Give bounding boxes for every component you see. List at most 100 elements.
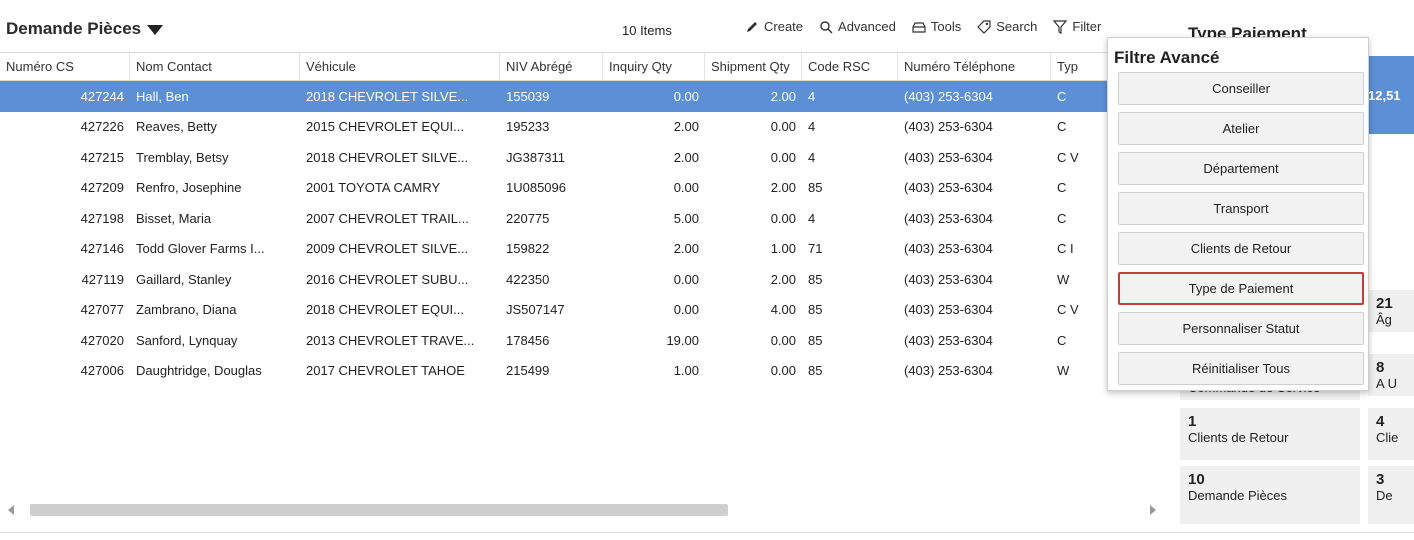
rsc-code-cell: 85 (808, 332, 823, 348)
table-row[interactable]: 427226 Reaves, Betty 2015 CHEVROLET EQUI..… (0, 112, 1170, 143)
column-header-cs[interactable]: Numéro CS (0, 53, 130, 80)
niv-cell: JS507147 (506, 302, 565, 318)
filter-department-button[interactable]: Département (1118, 152, 1364, 185)
advanced-filter-popover: Filtre Avancé Conseiller Atelier Départe… (1107, 37, 1369, 391)
filter-advisor-button[interactable]: Conseiller (1118, 72, 1364, 105)
niv-cell: 155039 (506, 88, 550, 104)
filter-custom-status-button[interactable]: Personnaliser Statut (1118, 312, 1364, 345)
grid-body: 427244 Hall, Ben 2018 CHEVROLET SILVE... 15… (0, 81, 1170, 386)
column-header-niv[interactable]: NIV Abrégé (500, 53, 603, 80)
tile-parts-request[interactable]: 10 Demande Pièces (1180, 466, 1360, 524)
table-row[interactable]: 427198 Bisset, Maria 2007 CHEVROLET TRAIL.… (0, 203, 1170, 234)
horizontal-scrollbar[interactable] (0, 503, 1170, 521)
column-header-rsc[interactable]: Code RSC (802, 53, 898, 80)
column-header-shipment[interactable]: Shipment Qty (705, 53, 802, 80)
filter-reset-all-button[interactable]: Réinitialiser Tous (1118, 352, 1364, 385)
table-row[interactable]: 427020 Sanford, Lynquay 2013 CHEVROLET TRA… (0, 325, 1170, 356)
contact-cell: Bisset, Maria (136, 210, 212, 226)
grid-header: Numéro CS Nom Contact Véhicule NIV Abrég… (0, 53, 1170, 81)
phone-cell: (403) 253-6304 (904, 332, 993, 348)
inquiry-qty-cell: 0.00 (673, 180, 699, 196)
tile-customers[interactable]: 4 Clie (1368, 408, 1414, 460)
header: Demande Pièces 10 Items Create Advanced … (0, 0, 1180, 44)
pencil-icon (747, 21, 757, 32)
tag-icon (977, 19, 991, 34)
table-row[interactable]: 427215 Tremblay, Betsy 2018 CHEVROLET SILV… (0, 142, 1170, 173)
cs-cell: 427119 (81, 271, 124, 287)
table-row[interactable]: 427006 Daughtridge, Douglas 2017 CHEVROLET… (0, 356, 1170, 387)
shipment-qty-cell: 2.00 (770, 88, 796, 104)
vehicle-cell: 2017 CHEVROLET TAHOE (306, 363, 465, 379)
rsc-code-cell: 85 (808, 180, 823, 196)
contact-cell: Renfro, Josephine (136, 180, 242, 196)
side-panel-bar-value: 12,51 (1368, 88, 1401, 103)
niv-cell: 1U085096 (506, 180, 566, 196)
filter-button[interactable]: Filter (1053, 19, 1101, 34)
shipment-qty-cell: 0.00 (770, 332, 796, 348)
inquiry-qty-cell: 0.00 (673, 302, 699, 318)
contact-cell: Hall, Ben (136, 88, 189, 104)
rsc-code-cell: 4 (808, 119, 816, 135)
inquiry-qty-cell: 2.00 (673, 241, 699, 257)
filter-payment-type-button[interactable]: Type de Paiement (1118, 272, 1364, 305)
inquiry-qty-cell: 0.00 (673, 88, 699, 104)
tools-button[interactable]: Tools (912, 19, 961, 34)
vehicle-cell: 2016 CHEVROLET SUBU... (306, 271, 469, 287)
scroll-thumb[interactable] (30, 504, 728, 516)
table-row[interactable]: 427119 Gaillard, Stanley 2016 CHEVROLET SU… (0, 264, 1170, 295)
niv-cell: JG387311 (506, 149, 566, 165)
cs-cell: 427006 (80, 363, 124, 379)
contact-cell: Gaillard, Stanley (136, 271, 232, 287)
cs-cell: 427020 (80, 332, 124, 348)
shipment-qty-cell: 1.00 (770, 241, 796, 257)
contact-cell: Tremblay, Betsy (136, 149, 229, 165)
contact-cell: Zambrano, Diana (136, 302, 237, 318)
phone-cell: (403) 253-6304 (904, 149, 993, 165)
magnifier-icon (820, 20, 833, 33)
view-selector[interactable]: Demande Pièces (6, 19, 164, 39)
table-row[interactable]: 427077 Zambrano, Diana 2018 CHEVROLET EQUI… (0, 295, 1170, 326)
rsc-code-cell: 4 (808, 210, 816, 226)
funnel-icon (1053, 19, 1068, 34)
column-header-phone[interactable]: Numéro Téléphone (898, 53, 1051, 80)
shipment-qty-cell: 0.00 (770, 149, 796, 165)
filter-workshop-button[interactable]: Atelier (1118, 112, 1364, 145)
tile-return-customers[interactable]: 1 Clients de Retour (1180, 408, 1360, 460)
popover-title: Filtre Avancé (1114, 48, 1220, 67)
toolbox-icon (912, 21, 926, 33)
scroll-right-icon[interactable] (1150, 505, 1156, 515)
contact-cell: Daughtridge, Douglas (136, 363, 262, 379)
niv-cell: 178456 (506, 332, 550, 348)
vehicle-cell: 2001 TOYOTA CAMRY (306, 180, 441, 196)
shipment-qty-cell: 4.00 (770, 302, 796, 318)
caret-down-icon (147, 25, 164, 35)
advanced-button[interactable]: Advanced (819, 19, 896, 34)
column-header-inquiry[interactable]: Inquiry Qty (603, 53, 705, 80)
page-title: Demande Pièces (6, 19, 142, 38)
tile-a-u[interactable]: 8 A U (1368, 354, 1414, 396)
table-row[interactable]: 427244 Hall, Ben 2018 CHEVROLET SILVE... 15… (0, 81, 1170, 112)
phone-cell: (403) 253-6304 (904, 241, 993, 257)
scroll-left-icon[interactable] (8, 505, 14, 515)
filter-return-customers-button[interactable]: Clients de Retour (1118, 232, 1364, 265)
rsc-code-cell: 85 (808, 302, 823, 318)
filter-transport-button[interactable]: Transport (1118, 192, 1364, 225)
column-header-vehicle[interactable]: Véhicule (300, 53, 500, 80)
column-header-contact[interactable]: Nom Contact (130, 53, 300, 80)
shipment-qty-cell: 0.00 (770, 363, 796, 379)
search-button[interactable]: Search (977, 19, 1037, 34)
cs-cell: 427077 (80, 302, 124, 318)
table-row[interactable]: 427146 Todd Glover Farms I... 2009 CHEVROL… (0, 234, 1170, 265)
create-button[interactable]: Create (745, 19, 803, 34)
table-row[interactable]: 427209 Renfro, Josephine 2001 TOYOTA CAMRY… (0, 173, 1170, 204)
vehicle-cell: 2013 CHEVROLET TRAVE... (306, 332, 475, 348)
niv-cell: 422350 (506, 271, 550, 287)
rsc-code-cell: 71 (808, 241, 823, 257)
niv-cell: 159822 (506, 241, 550, 257)
tile-de[interactable]: 3 De (1368, 466, 1414, 524)
contact-cell: Todd Glover Farms I... (136, 241, 265, 257)
shipment-qty-cell: 0.00 (770, 210, 796, 226)
niv-cell: 220775 (506, 210, 550, 226)
cs-cell: 427198 (80, 210, 124, 226)
tile-age[interactable]: 21 Âg (1368, 290, 1414, 332)
